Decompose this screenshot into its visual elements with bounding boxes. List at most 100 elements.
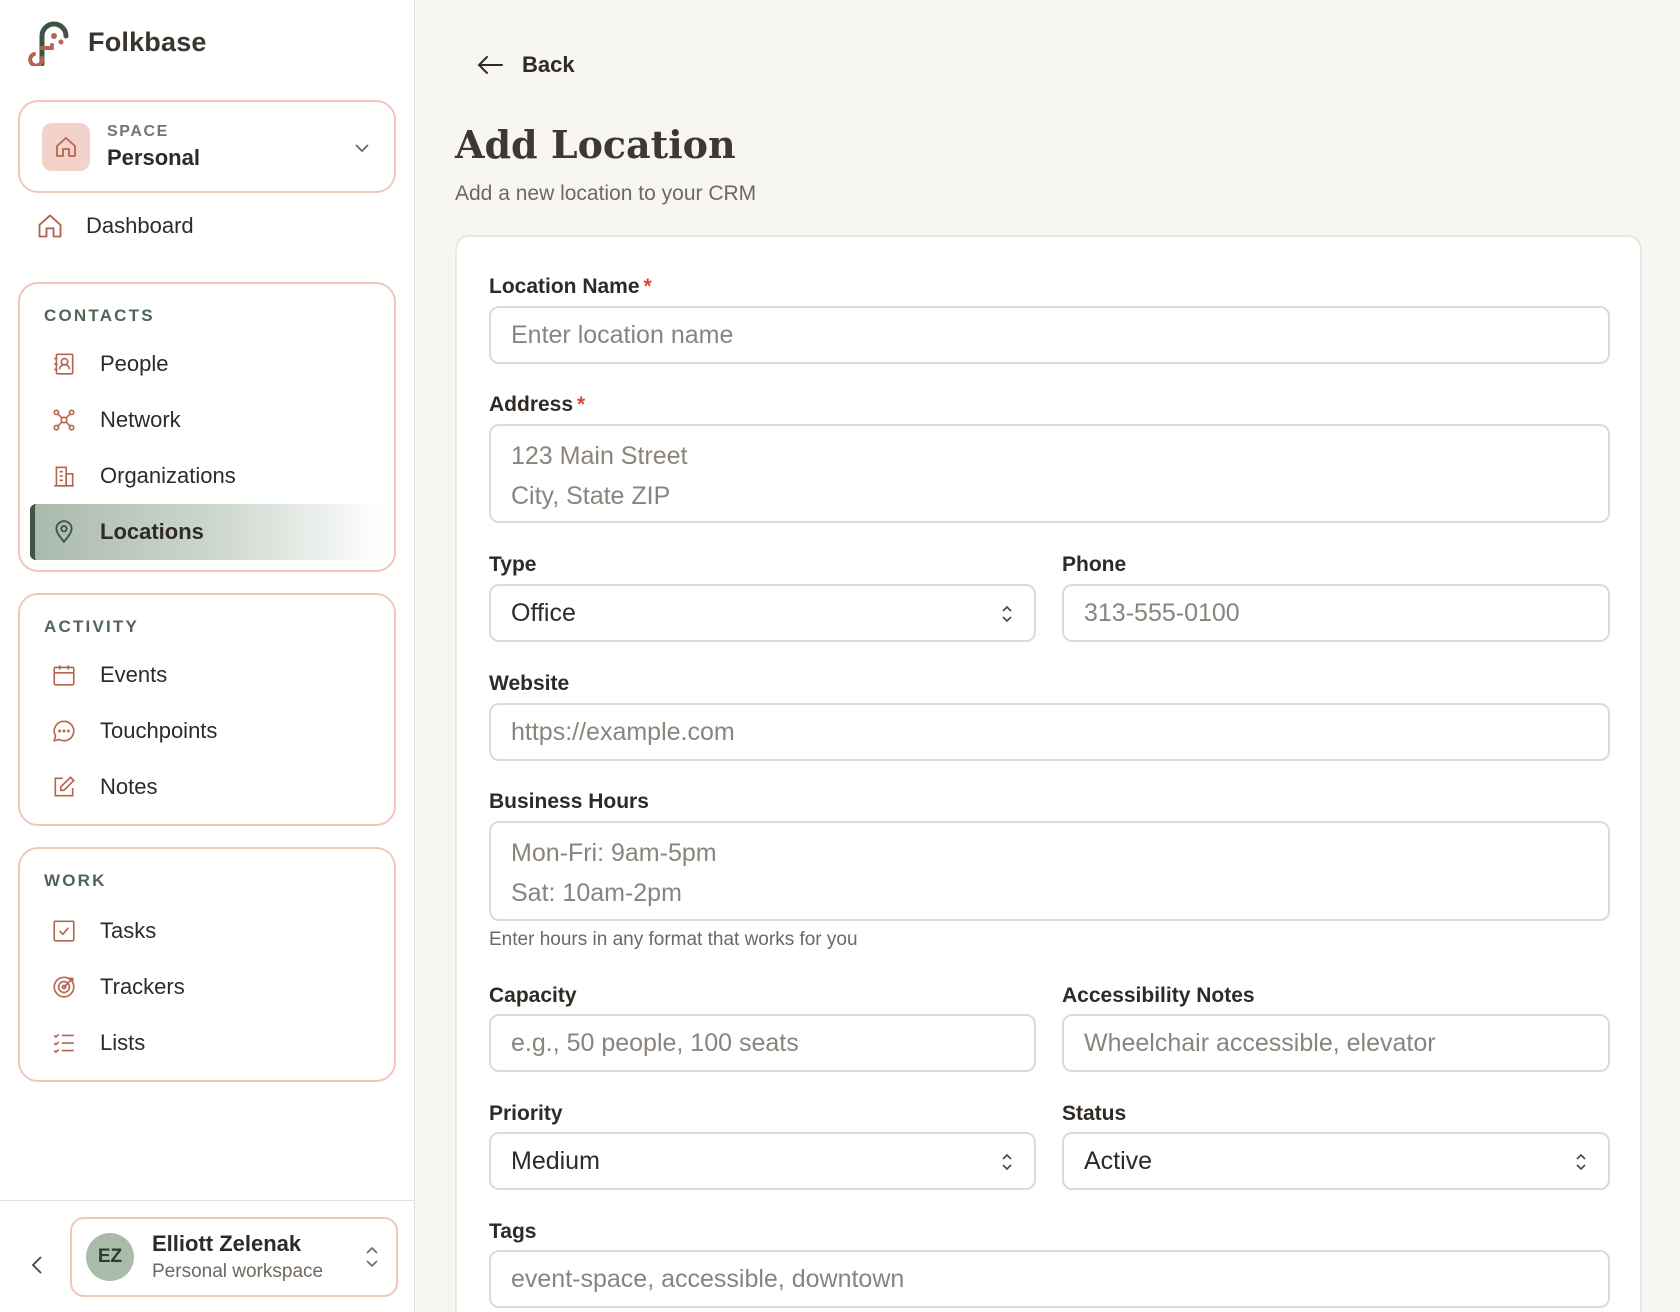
- home-icon: [38, 214, 62, 238]
- placeholder-line: 123 Main Street: [511, 442, 688, 470]
- placeholder: Wheelchair accessible, elevator: [1084, 1028, 1436, 1057]
- checklist-icon: [50, 1029, 78, 1057]
- chevron-left-icon[interactable]: [28, 1253, 48, 1277]
- sidebar-item-label: Events: [100, 662, 168, 687]
- sidebar-item-label: Organizations: [100, 463, 236, 488]
- tags-label: Tags: [489, 1220, 537, 1243]
- edit-note-icon: [50, 773, 78, 801]
- chevron-updown-icon: [1576, 1153, 1586, 1171]
- sidebar-item-notes[interactable]: Notes: [30, 759, 386, 815]
- back-button[interactable]: Back: [476, 52, 575, 78]
- contact-book-icon: [50, 350, 78, 378]
- checkbox-icon: [50, 917, 78, 945]
- brand-name: Folkbase: [88, 26, 207, 57]
- calendar-icon: [50, 661, 78, 689]
- home-icon: [42, 122, 90, 171]
- priority-select[interactable]: Medium: [489, 1132, 1036, 1190]
- business-hours-label: Business Hours: [489, 790, 649, 813]
- nav-group-work: WORK Tasks Trackers Lists: [18, 847, 396, 1082]
- capacity-label: Capacity: [489, 984, 577, 1007]
- placeholder-line: City, State ZIP: [511, 482, 671, 510]
- group-title: ACTIVITY: [44, 617, 140, 636]
- sidebar-item-network[interactable]: Network: [30, 392, 386, 448]
- space-value: Personal: [107, 144, 200, 170]
- sidebar-item-label: Lists: [100, 1030, 146, 1055]
- arrow-left-icon: [477, 56, 503, 74]
- chevron-updown-icon: [366, 1246, 378, 1268]
- business-hours-textarea[interactable]: Mon-Fri: 9am-5pm Sat: 10am-2pm: [489, 821, 1610, 921]
- address-textarea[interactable]: 123 Main Street City, State ZIP: [489, 424, 1610, 523]
- user-name: Elliott Zelenak: [152, 1231, 302, 1256]
- sidebar-item-touchpoints[interactable]: Touchpoints: [30, 703, 386, 759]
- capacity-input[interactable]: e.g., 50 people, 100 seats: [489, 1014, 1036, 1072]
- select-value: Office: [511, 598, 576, 627]
- building-icon: [50, 462, 78, 490]
- sidebar-item-label: Touchpoints: [100, 718, 218, 743]
- sidebar-item-label: Dashboard: [86, 213, 194, 238]
- network-icon: [50, 406, 78, 434]
- label-text: Location Name: [489, 275, 640, 298]
- avatar: EZ: [86, 1233, 134, 1281]
- chevron-updown-icon: [1002, 605, 1012, 623]
- business-hours-hint: Enter hours in any format that works for…: [489, 929, 858, 950]
- address-label: Address *: [489, 393, 585, 417]
- sidebar-item-people[interactable]: People: [30, 336, 386, 392]
- accessibility-input[interactable]: Wheelchair accessible, elevator: [1062, 1014, 1610, 1072]
- sidebar-item-lists[interactable]: Lists: [30, 1015, 386, 1071]
- nav-group-contacts: CONTACTS People Network Organizations Lo…: [18, 282, 396, 572]
- placeholder: e.g., 50 people, 100 seats: [511, 1028, 799, 1057]
- map-pin-icon: [50, 518, 78, 546]
- placeholder-line: Sat: 10am-2pm: [511, 879, 682, 907]
- priority-label: Priority: [489, 1102, 563, 1125]
- folkbase-logo-icon: [28, 21, 69, 66]
- accessibility-label: Accessibility Notes: [1062, 984, 1255, 1007]
- website-input[interactable]: https://example.com: [489, 703, 1610, 761]
- sidebar-item-organizations[interactable]: Organizations: [30, 448, 386, 504]
- target-icon: [50, 973, 78, 1001]
- user-workspace: Personal workspace: [152, 1261, 324, 1282]
- sidebar-item-label: Network: [100, 407, 181, 432]
- website-label: Website: [489, 672, 570, 695]
- group-title: CONTACTS: [44, 306, 155, 325]
- sidebar-item-locations[interactable]: Locations: [30, 504, 386, 560]
- label-text: Address: [489, 393, 574, 416]
- sidebar-item-label: Trackers: [100, 974, 185, 999]
- placeholder: https://example.com: [511, 717, 735, 746]
- phone-label: Phone: [1062, 553, 1127, 576]
- sidebar-item-events[interactable]: Events: [30, 647, 386, 703]
- select-value: Medium: [511, 1146, 600, 1175]
- placeholder: 313-555-0100: [1084, 598, 1240, 627]
- back-label: Back: [522, 52, 575, 77]
- type-label: Type: [489, 553, 537, 576]
- status-select[interactable]: Active: [1062, 1132, 1610, 1190]
- sidebar-item-trackers[interactable]: Trackers: [30, 959, 386, 1015]
- page-subtitle: Add a new location to your CRM: [455, 182, 757, 205]
- group-title: WORK: [44, 871, 107, 890]
- phone-input[interactable]: 313-555-0100: [1062, 584, 1610, 642]
- page-title: Add Location: [455, 122, 736, 167]
- required-marker: *: [643, 275, 652, 298]
- required-marker: *: [577, 393, 586, 416]
- select-value: Active: [1084, 1146, 1153, 1175]
- placeholder: Enter location name: [511, 320, 734, 349]
- chevron-down-icon: [355, 144, 369, 153]
- sidebar-footer: EZ Elliott Zelenak Personal workspace: [0, 1200, 415, 1312]
- status-label: Status: [1062, 1102, 1127, 1125]
- type-select[interactable]: Office: [489, 584, 1036, 642]
- location-form: Location Name * Enter location name Addre…: [455, 235, 1642, 1312]
- sidebar-item-label: Notes: [100, 774, 158, 799]
- sidebar-item-dashboard[interactable]: Dashboard: [36, 212, 194, 240]
- location-name-input[interactable]: Enter location name: [489, 306, 1610, 364]
- sidebar-item-label: Tasks: [100, 918, 157, 943]
- brand[interactable]: Folkbase: [28, 18, 207, 66]
- sidebar-item-tasks[interactable]: Tasks: [30, 903, 386, 959]
- space-switcher[interactable]: SPACE Personal: [18, 100, 396, 193]
- space-caption: SPACE: [107, 122, 169, 140]
- sidebar-item-label: People: [100, 351, 169, 376]
- user-switcher[interactable]: EZ Elliott Zelenak Personal workspace: [70, 1217, 398, 1297]
- sidebar: Folkbase SPACE Personal Dashboard CONTAC…: [0, 0, 415, 1312]
- placeholder-line: Mon-Fri: 9am-5pm: [511, 839, 717, 867]
- chat-bubble-icon: [50, 717, 78, 745]
- nav-group-activity: ACTIVITY Events Touchpoints Notes: [18, 593, 396, 826]
- tags-input[interactable]: event-space, accessible, downtown: [489, 1250, 1610, 1308]
